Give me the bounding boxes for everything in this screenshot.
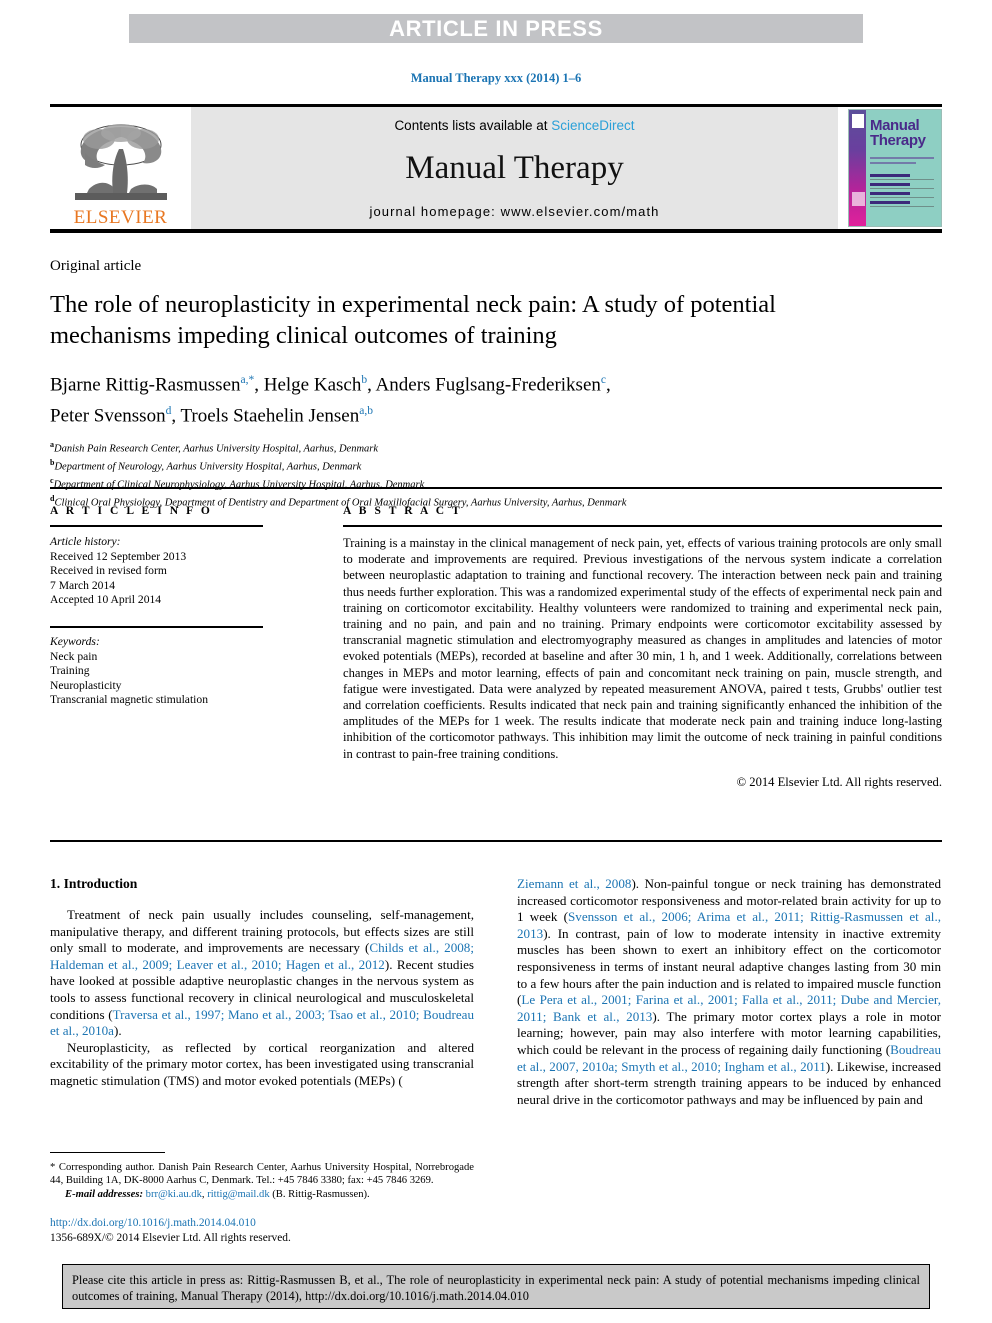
author-5-affil-mark: a,b [359,405,373,418]
body-column-left: 1. Introduction Treatment of neck pain u… [50,876,474,1108]
email-attribution: (B. Rittig-Rasmussen). [269,1188,370,1200]
citation-link[interactable]: Ziemann et al., 2008 [517,876,631,891]
page-title: The role of neuroplasticity in experimen… [50,291,776,349]
elsevier-wordmark: ELSEVIER [73,207,168,228]
intro-p1-end: ). [114,1023,122,1039]
abstract-column: A B S T R A C T Training is a mainstay i… [303,505,942,790]
abstract-heading: A B S T R A C T [343,505,463,517]
intro-paragraph-2-left: Neuroplasticity, as reflected by cortica… [50,1040,474,1090]
imprint-block: http://dx.doi.org/10.1016/j.math.2014.04… [50,1216,474,1245]
corresponding-author-note: * Corresponding author. Danish Pain Rese… [50,1162,474,1187]
author-1: Bjarne Rittig-Rasmussen [50,374,241,396]
doi-link[interactable]: http://dx.doi.org/10.1016/j.math.2014.04… [50,1216,474,1231]
author-4: Peter Svensson [50,405,166,427]
history-item: Received 12 September 2013 [50,549,187,563]
abstract-copyright: © 2014 Elsevier Ltd. All rights reserved… [736,774,942,789]
footnote-block: * Corresponding author. Danish Pain Rese… [50,1152,474,1201]
email-note: E-mail addresses: brr@ki.au.dk, rittig@m… [50,1188,474,1201]
contents-available-line: Contents lists available at ScienceDirec… [394,118,634,133]
publisher-logo: ELSEVIER [50,107,191,229]
intro-paragraph-1: Treatment of neck pain usually includes … [50,907,474,1040]
body-rule [50,840,942,842]
journal-cover-thumbnail: Manual Therapy [848,109,942,227]
title-block: Original article The role of neuroplasti… [50,258,942,510]
email-link-2[interactable]: rittig@mail.dk [207,1189,269,1200]
journal-homepage-link[interactable]: journal homepage: www.elsevier.com/math [369,204,659,219]
sciencedirect-link[interactable]: ScienceDirect [551,118,634,133]
cover-subtitle-lines [870,157,934,167]
email-link-1[interactable]: brr@ki.au.dk [146,1189,202,1200]
article-history: Article history: Received 12 September 2… [50,535,303,608]
email-label: E-mail addresses: [65,1188,143,1200]
abstract-zone-rule-top [50,487,942,489]
keyword-item: Neuroplasticity [50,678,122,692]
body-column-right: Ziemann et al., 2008). Non-painful tongu… [517,876,941,1108]
section-heading-introduction: 1. Introduction [50,876,138,891]
article-type-label: Original article [50,258,142,274]
cite-this-article-box: Please cite this article in press as: Ri… [62,1264,930,1309]
article-history-label: Article history: [50,535,121,548]
journal-title: Manual Therapy [405,150,624,186]
author-1-affil-mark: a,* [240,374,255,386]
keyword-item: Training [50,664,90,678]
article-info-heading: A R T I C L E I N F O [50,505,213,517]
cite-this-article-text: Please cite this article in press as: Ri… [72,1273,920,1303]
author-2: , Helge Kasch [254,374,362,396]
cover-footer-logo-icon [852,192,865,206]
masthead-center: Contents lists available at ScienceDirec… [191,107,838,229]
keywords-rule [50,625,263,628]
issn-copyright-line: 1356-689X/© 2014 Elsevier Ltd. All right… [50,1231,291,1244]
elsevier-tree-icon [74,124,167,200]
affiliation-list: aDanish Pain Research Center, Aarhus Uni… [50,438,942,510]
body-columns: 1. Introduction Treatment of neck pain u… [50,876,942,1108]
history-item: Accepted 10 April 2014 [50,593,162,607]
author-5: , Troels Staehelin Jensen [171,405,360,427]
article-in-press-banner: ARTICLE IN PRESS [129,14,863,43]
cover-publisher-logo-icon [852,114,864,128]
cover-content-lines [870,174,934,210]
cover-title: Manual Therapy [870,118,926,148]
keyword-item: Transcranial magnetic stimulation [50,693,208,707]
intro-paragraph-2-right: Ziemann et al., 2008). Non-painful tongu… [517,876,941,1108]
author-list: Bjarne Rittig-Rasmussena,*, Helge Kaschb… [50,367,850,430]
affiliation-item: bDepartment of Neurology, Aarhus Univers… [50,456,942,474]
info-abstract-region: A R T I C L E I N F O Article history: R… [50,505,942,790]
author-3: , Anders Fuglsang-Frederiksen [367,374,601,396]
author-line1-end: , [606,374,611,396]
history-item: 7 March 2014 [50,578,116,592]
affiliation-text: Department of Neurology, Aarhus Universi… [54,461,362,473]
article-info-rule [50,525,263,527]
keywords-label: Keywords: [50,634,100,648]
abstract-text: Training is a mainstay in the clinical m… [343,536,942,761]
masthead-right: Manual Therapy [838,107,942,229]
affiliation-text: Danish Pain Research Center, Aarhus Univ… [54,443,379,455]
contents-prefix: Contents lists available at [394,118,552,133]
affiliation-item: aDanish Pain Research Center, Aarhus Uni… [50,438,942,456]
masthead-rule-bottom [50,229,942,233]
masthead-body: ELSEVIER Contents lists available at Sci… [50,107,942,229]
history-item: Received in revised form [50,564,167,578]
intro-p2-pre: Neuroplasticity, as reflected by cortica… [50,1039,474,1088]
running-head: Manual Therapy xxx (2014) 1–6 [410,71,582,85]
journal-masthead: ELSEVIER Contents lists available at Sci… [50,104,942,233]
keywords-block: Keywords: Neck pain Training Neuroplasti… [50,635,303,708]
footnote-rule [50,1152,165,1153]
abstract-rule [343,525,942,527]
article-info-column: A R T I C L E I N F O Article history: R… [50,505,303,790]
cover-title-line2: Therapy [870,132,926,149]
keyword-item: Neck pain [50,649,98,663]
